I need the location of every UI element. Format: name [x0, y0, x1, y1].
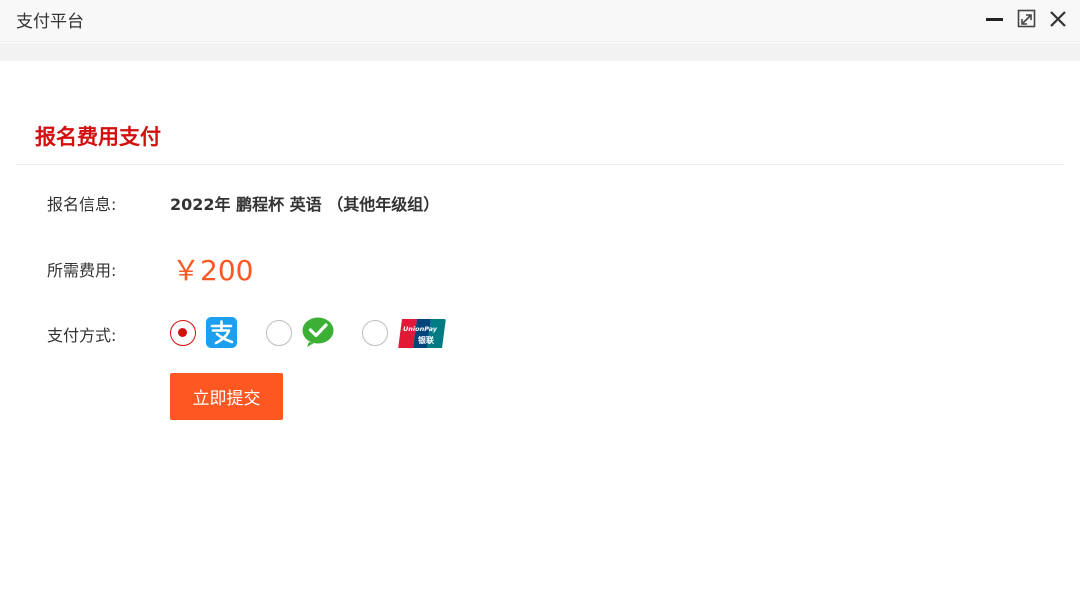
divider: [16, 164, 1064, 165]
radio-unionpay[interactable]: [362, 320, 388, 346]
close-button[interactable]: [1047, 8, 1069, 30]
close-icon: [1050, 11, 1066, 27]
radio-alipay[interactable]: [170, 320, 196, 346]
minimize-icon: [986, 18, 1003, 21]
unionpay-icon: UnionPay 银联: [398, 319, 446, 348]
section-title: 报名费用支付: [35, 125, 161, 149]
unionpay-cn-text: 银联: [417, 335, 434, 345]
fee-label: 所需费用:: [47, 261, 117, 280]
minimize-button[interactable]: [984, 8, 1006, 30]
maximize-icon: [1017, 9, 1036, 28]
toolbar-strip: [0, 43, 1080, 61]
wechat-pay-option[interactable]: [302, 317, 334, 347]
alipay-option[interactable]: [206, 317, 237, 348]
maximize-button[interactable]: [1016, 8, 1038, 30]
window-titlebar: 支付平台: [0, 0, 1080, 42]
payment-method-label: 支付方式:: [47, 326, 117, 345]
fee-value: ￥200: [172, 254, 254, 287]
window-title: 支付平台: [16, 12, 84, 32]
alipay-icon: [206, 317, 237, 348]
wechat-pay-icon: [302, 317, 334, 347]
submit-button[interactable]: 立即提交: [170, 373, 283, 420]
info-label: 报名信息:: [47, 195, 117, 214]
radio-wechat-pay[interactable]: [266, 320, 292, 346]
info-value: 2022年 鹏程杯 英语 （其他年级组）: [170, 195, 440, 214]
unionpay-option[interactable]: UnionPay 银联: [398, 318, 446, 349]
unionpay-text: UnionPay: [403, 325, 438, 333]
